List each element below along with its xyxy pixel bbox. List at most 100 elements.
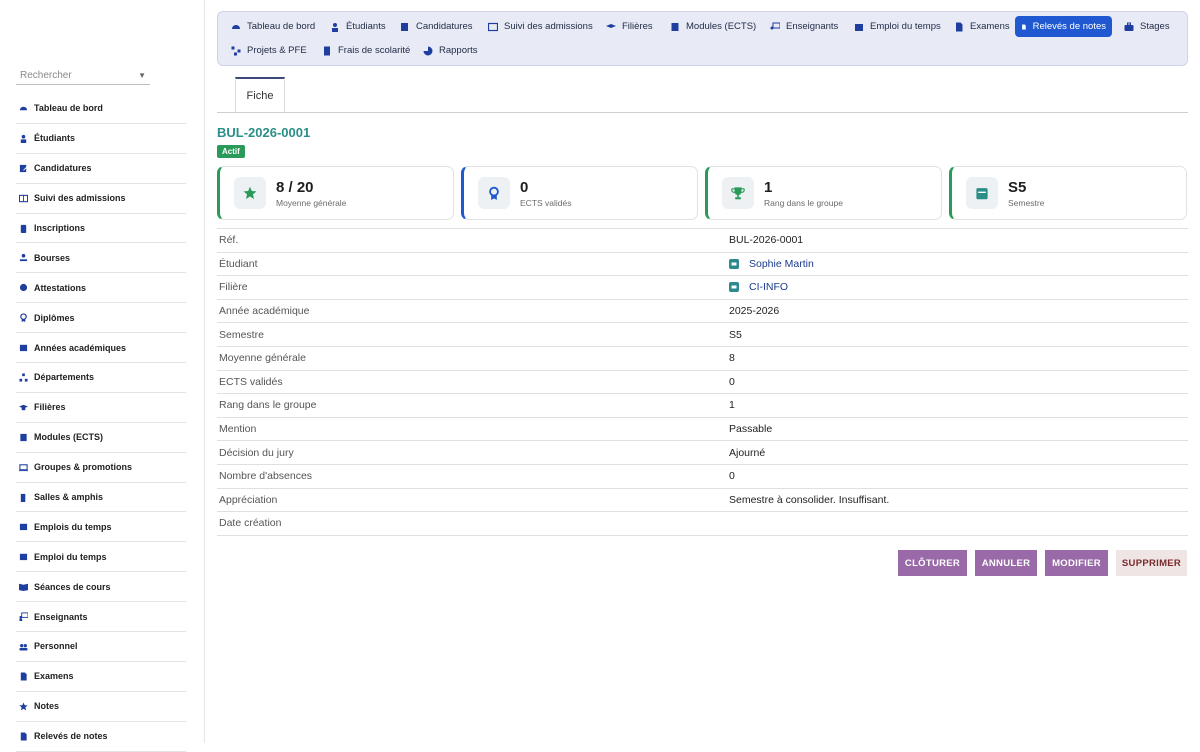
detail-value: 0 xyxy=(729,375,735,388)
nav-item-modules[interactable]: Modules (ECTS) xyxy=(664,16,762,37)
stat-label: ECTS validés xyxy=(520,197,572,208)
sidebar-item-notes[interactable]: Notes xyxy=(16,692,186,722)
record-title: BUL-2026-0001 xyxy=(217,125,311,140)
chevron-down-icon: ▼ xyxy=(138,71,146,80)
sidebar-item-departements[interactable]: Départements xyxy=(16,363,186,393)
calendar-icon xyxy=(18,522,28,532)
sidebar-item-examens[interactable]: Examens xyxy=(16,662,186,692)
nav-item-projets[interactable]: Projets & PFE xyxy=(225,40,313,61)
detail-value: S5 xyxy=(729,328,742,341)
stat-label: Semestre xyxy=(1008,197,1045,208)
cloturer-button[interactable]: CLÔTURER xyxy=(898,550,967,576)
document-icon xyxy=(18,731,28,741)
nav-item-filieres[interactable]: Filières xyxy=(600,16,659,37)
nav-item-label: Modules (ECTS) xyxy=(686,21,757,32)
sidebar-item-seances[interactable]: Séances de cours xyxy=(16,572,186,603)
annuler-button[interactable]: ANNULER xyxy=(975,550,1037,576)
detail-link-etudiant[interactable]: Sophie Martin xyxy=(729,258,814,270)
graduation-cap-icon xyxy=(18,402,28,412)
nav-item-examens[interactable]: Examens xyxy=(948,16,1016,37)
tab-fiche[interactable]: Fiche xyxy=(235,77,285,113)
sidebar-item-filieres[interactable]: Filières xyxy=(16,393,186,423)
seal-icon xyxy=(18,283,28,293)
sidebar-item-etudiants[interactable]: Étudiants xyxy=(16,124,186,154)
detail-key: Nombre d'absences xyxy=(219,470,313,483)
nav-item-stages[interactable]: Stages xyxy=(1118,16,1176,37)
details-table: Réf. BUL-2026-0001 Étudiant Sophie Martin … xyxy=(217,228,1188,536)
sidebar-item-emploi-du-temps[interactable]: Emploi du temps xyxy=(16,542,186,573)
detail-row-semestre: Semestre S5 xyxy=(217,323,1188,347)
sitemap-icon xyxy=(18,372,28,382)
sidebar-item-tableau-de-bord[interactable]: Tableau de bord xyxy=(16,94,186,124)
nav-item-frais[interactable]: Frais de scolarité xyxy=(316,40,416,61)
users-icon xyxy=(18,641,28,651)
sidebar-item-releves[interactable]: Relevés de notes xyxy=(16,722,186,752)
detail-key: Semestre xyxy=(219,328,264,341)
nav-item-releves[interactable]: Relevés de notes xyxy=(1015,16,1112,37)
star-icon xyxy=(234,177,266,209)
detail-key: Date création xyxy=(219,517,282,530)
file-icon xyxy=(18,671,28,681)
detail-key: Rang dans le groupe xyxy=(219,399,317,412)
sidebar-item-enseignants[interactable]: Enseignants xyxy=(16,602,186,633)
nav-item-emploi-du-temps[interactable]: Emploi du temps xyxy=(848,16,947,37)
nav-item-candidatures[interactable]: Candidatures xyxy=(394,16,479,37)
sidebar-item-personnel[interactable]: Personnel xyxy=(16,632,186,662)
detail-key: Filière xyxy=(219,281,248,294)
sidebar-item-suivi-admissions[interactable]: Suivi des admissions xyxy=(16,184,186,214)
nav-item-suivi-admissions[interactable]: Suivi des admissions xyxy=(482,16,599,37)
award-icon xyxy=(18,313,28,323)
sidebar-item-label: Diplômes xyxy=(34,312,75,323)
sidebar-item-salles[interactable]: Salles & amphis xyxy=(16,483,186,513)
stat-card-moyenne: 8 / 20 Moyenne générale xyxy=(217,166,454,220)
detail-row-moyenne: Moyenne générale 8 xyxy=(217,347,1188,371)
sidebar-item-inscriptions[interactable]: Inscriptions xyxy=(16,214,186,244)
sidebar-item-groupes[interactable]: Groupes & promotions xyxy=(16,453,186,483)
book-icon xyxy=(671,22,679,31)
detail-key: Étudiant xyxy=(219,257,258,270)
detail-value: 2025-2026 xyxy=(729,305,780,318)
detail-value: 8 xyxy=(729,352,735,365)
nav-item-label: Enseignants xyxy=(786,21,839,32)
stat-label: Moyenne générale xyxy=(276,197,347,208)
stat-value: 1 xyxy=(764,178,773,196)
nav-item-enseignants[interactable]: Enseignants xyxy=(764,16,844,37)
nav-item-label: Suivi des admissions xyxy=(504,21,593,32)
detail-row-absences: Nombre d'absences 0 xyxy=(217,465,1188,489)
sidebar-item-bourses[interactable]: Bourses xyxy=(16,243,186,274)
sidebar-item-label: Emplois du temps xyxy=(34,521,112,532)
detail-row-ects: ECTS validés 0 xyxy=(217,371,1188,395)
detail-row-filiere: Filière CI-INFO xyxy=(217,276,1188,300)
nav-item-label: Étudiants xyxy=(346,21,386,32)
pie-chart-icon xyxy=(423,46,433,55)
detail-value: Passable xyxy=(729,423,773,436)
nav-item-etudiants[interactable]: Étudiants xyxy=(324,16,392,37)
nav-item-rapports[interactable]: Rapports xyxy=(417,40,484,61)
sidebar-item-diplomes[interactable]: Diplômes xyxy=(16,303,186,334)
tab-divider xyxy=(217,112,1188,113)
stat-card-ects: 0 ECTS validés xyxy=(461,166,698,220)
modifier-button[interactable]: MODIFIER xyxy=(1045,550,1108,576)
detail-row-decision: Décision du jury Ajourné xyxy=(217,441,1188,465)
sidebar-item-modules[interactable]: Modules (ECTS) xyxy=(16,423,186,453)
sidebar-item-label: Suivi des admissions xyxy=(34,193,126,204)
sidebar-item-attestations[interactable]: Attestations xyxy=(16,273,186,304)
sidebar-item-candidatures[interactable]: Candidatures xyxy=(16,154,186,184)
gauge-icon xyxy=(232,24,240,29)
sidebar-item-label: Examens xyxy=(34,671,74,682)
nav-item-label: Stages xyxy=(1140,21,1170,32)
detail-link-filiere[interactable]: CI-INFO xyxy=(729,281,788,293)
search-select[interactable]: Rechercher ▼ xyxy=(16,67,150,85)
calendar-icon xyxy=(966,177,998,209)
detail-value: Semestre à consolider. Insuffisant. xyxy=(729,493,890,506)
nav-item-label: Rapports xyxy=(439,45,478,56)
calendar-icon xyxy=(855,23,863,31)
sidebar-item-annees-academiques[interactable]: Années académiques xyxy=(16,333,186,364)
nav-item-tableau-de-bord[interactable]: Tableau de bord xyxy=(225,16,321,37)
status-badge: Actif xyxy=(217,145,245,158)
supprimer-button[interactable]: SUPPRIMER xyxy=(1116,550,1187,576)
detail-key: Mention xyxy=(219,423,257,436)
sidebar-item-emplois-du-temps[interactable]: Emplois du temps xyxy=(16,512,186,543)
sidebar-item-label: Tableau de bord xyxy=(34,103,103,114)
sidebar-item-label: Enseignants xyxy=(34,611,88,622)
